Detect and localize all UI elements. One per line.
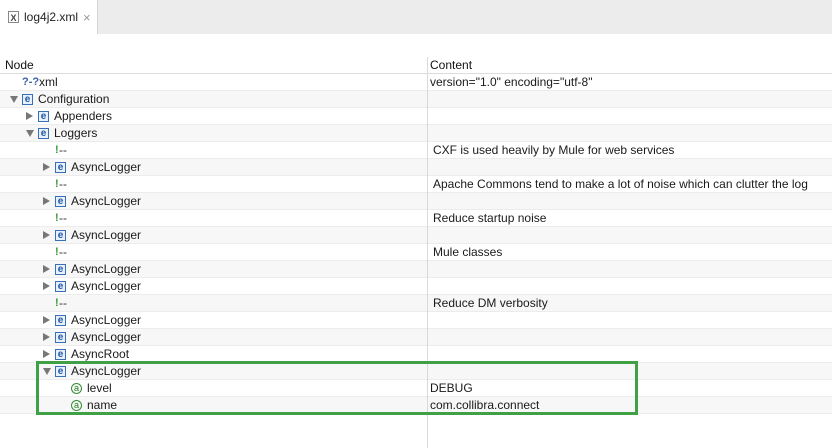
element-icon: e bbox=[55, 349, 66, 360]
node-label: Loggers bbox=[54, 126, 98, 140]
toolbar-strip bbox=[0, 34, 832, 57]
node-content: com.collibra.connect bbox=[430, 398, 540, 412]
expand-triangle-icon[interactable] bbox=[10, 96, 18, 103]
expand-triangle-icon[interactable] bbox=[43, 368, 51, 375]
tree-row-comment[interactable]: ! -- Reduce DM verbosity bbox=[0, 295, 832, 312]
collapse-triangle-icon[interactable] bbox=[43, 333, 50, 341]
collapse-triangle-icon[interactable] bbox=[43, 282, 50, 290]
node-label: level bbox=[87, 381, 112, 395]
node-label: -- bbox=[59, 143, 67, 157]
tree-row-attribute[interactable]: a name com.collibra.connect bbox=[0, 397, 832, 414]
tree-row-element[interactable]: e AsyncLogger bbox=[0, 261, 832, 278]
column-header-content[interactable]: Content bbox=[430, 57, 472, 73]
tree-row-pi[interactable]: ?-? xml version="1.0" encoding="utf-8" bbox=[0, 74, 832, 91]
node-label: AsyncLogger bbox=[71, 279, 142, 293]
column-divider[interactable] bbox=[427, 57, 428, 448]
tree-row-comment[interactable]: ! -- Mule classes bbox=[0, 244, 832, 261]
collapse-triangle-icon[interactable] bbox=[43, 265, 50, 273]
xml-file-icon: X bbox=[8, 11, 19, 23]
node-content: Reduce startup noise bbox=[433, 211, 547, 225]
node-label: -- bbox=[59, 177, 67, 191]
collapse-triangle-icon[interactable] bbox=[43, 316, 50, 324]
element-icon: e bbox=[55, 332, 66, 343]
element-icon: e bbox=[55, 366, 66, 377]
tab-log4j2-xml[interactable]: X log4j2.xml × bbox=[0, 0, 98, 34]
element-icon: e bbox=[55, 264, 66, 275]
tree-row-element[interactable]: e AsyncLogger bbox=[0, 329, 832, 346]
collapse-triangle-icon[interactable] bbox=[43, 231, 50, 239]
node-label: AsyncLogger bbox=[71, 330, 142, 344]
row-separator bbox=[0, 413, 832, 414]
element-icon: e bbox=[38, 128, 49, 139]
tree-row-element[interactable]: e AsyncLogger bbox=[0, 312, 832, 329]
collapse-triangle-icon[interactable] bbox=[43, 350, 50, 358]
column-header-node[interactable]: Node bbox=[5, 57, 34, 73]
node-content: Reduce DM verbosity bbox=[433, 296, 548, 310]
node-label: AsyncRoot bbox=[71, 347, 130, 361]
collapse-triangle-icon[interactable] bbox=[26, 112, 33, 120]
tree-row-element[interactable]: e AsyncLogger bbox=[0, 278, 832, 295]
tree-row-element[interactable]: e AsyncLogger bbox=[0, 159, 832, 176]
expand-triangle-icon[interactable] bbox=[26, 130, 34, 137]
tree-row-comment[interactable]: ! -- Reduce startup noise bbox=[0, 210, 832, 227]
tree-row-comment[interactable]: ! -- Apache Commons tend to make a lot of … bbox=[0, 176, 832, 193]
node-label: AsyncLogger bbox=[71, 228, 142, 242]
node-label: AsyncLogger bbox=[71, 364, 142, 378]
node-content: CXF is used heavily by Mule for web serv… bbox=[433, 143, 675, 157]
element-icon: e bbox=[55, 196, 66, 207]
collapse-triangle-icon[interactable] bbox=[43, 163, 50, 171]
attribute-icon: a bbox=[71, 383, 82, 394]
tree-row-element[interactable]: e Configuration bbox=[0, 91, 832, 108]
node-label: Appenders bbox=[54, 109, 113, 123]
collapse-triangle-icon[interactable] bbox=[43, 197, 50, 205]
node-content: version="1.0" encoding="utf-8" bbox=[430, 75, 593, 89]
tree-row-element[interactable]: e Appenders bbox=[0, 108, 832, 125]
node-label: -- bbox=[59, 211, 67, 225]
node-label: AsyncLogger bbox=[71, 194, 142, 208]
tab-label: log4j2.xml bbox=[24, 10, 79, 24]
editor-tab-bar: X log4j2.xml × bbox=[0, 0, 832, 35]
tree-row-element[interactable]: e Loggers bbox=[0, 125, 832, 142]
node-label: AsyncLogger bbox=[71, 262, 142, 276]
tree-row-element[interactable]: e AsyncLogger bbox=[0, 363, 832, 380]
tree-row-element[interactable]: e AsyncRoot bbox=[0, 346, 832, 363]
node-label: -- bbox=[59, 245, 67, 259]
node-label: AsyncLogger bbox=[71, 160, 142, 174]
element-icon: e bbox=[55, 281, 66, 292]
processing-instruction-icon: ?-? bbox=[22, 76, 40, 88]
tree-row-comment[interactable]: ! -- CXF is used heavily by Mule for web s… bbox=[0, 142, 832, 159]
node-label: Configuration bbox=[38, 92, 110, 106]
node-label: -- bbox=[59, 296, 67, 310]
element-icon: e bbox=[55, 162, 66, 173]
node-content: Apache Commons tend to make a lot of noi… bbox=[433, 177, 808, 191]
close-icon[interactable]: × bbox=[83, 10, 91, 25]
tree-row-element[interactable]: e AsyncLogger bbox=[0, 193, 832, 210]
attribute-icon: a bbox=[71, 400, 82, 411]
node-label: name bbox=[87, 398, 118, 412]
element-icon: e bbox=[55, 230, 66, 241]
node-content: Mule classes bbox=[433, 245, 503, 259]
tree-header: Node Content bbox=[0, 57, 832, 74]
node-label: xml bbox=[39, 75, 58, 89]
element-icon: e bbox=[38, 111, 49, 122]
node-content: DEBUG bbox=[430, 381, 473, 395]
element-icon: e bbox=[22, 94, 33, 105]
tree-row-element[interactable]: e AsyncLogger bbox=[0, 227, 832, 244]
element-icon: e bbox=[55, 315, 66, 326]
tree-row-attribute[interactable]: a level DEBUG bbox=[0, 380, 832, 397]
node-label: AsyncLogger bbox=[71, 313, 142, 327]
